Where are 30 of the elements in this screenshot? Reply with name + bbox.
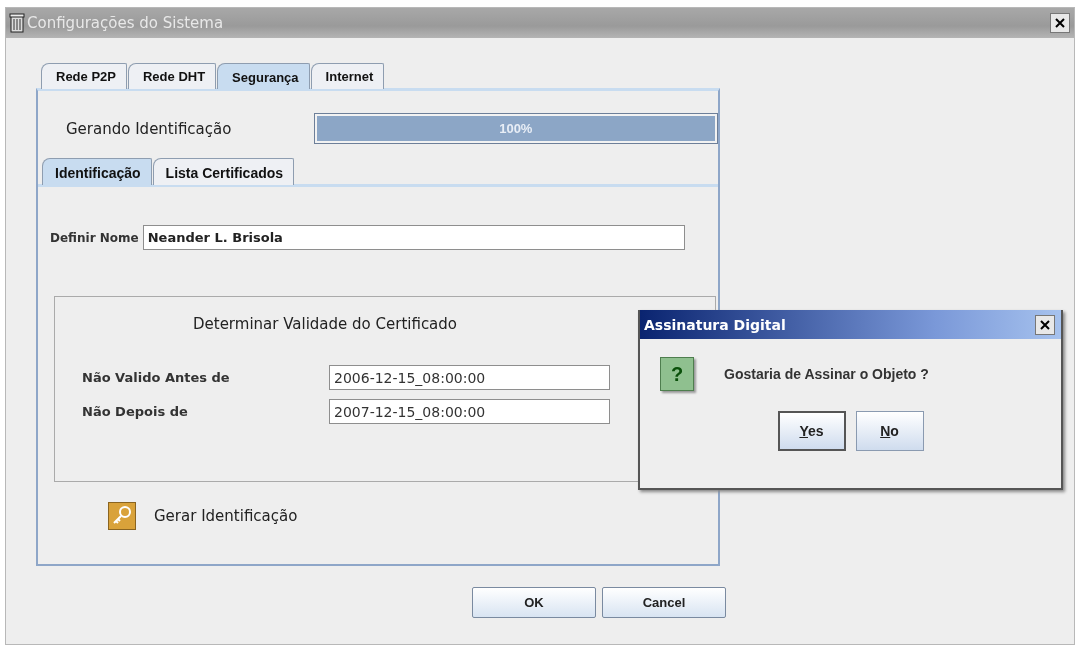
field-label: Não Depois de	[82, 404, 189, 419]
tab[interactable]: Identificação	[42, 158, 152, 185]
generate-button[interactable]: Gerar Identificação	[108, 502, 298, 530]
trash-can-icon	[9, 13, 25, 33]
group-title: Determinar Validade do Certificado	[193, 315, 457, 333]
tab[interactable]: Segurança	[217, 63, 310, 89]
tab[interactable]: Internet	[310, 63, 385, 89]
field-label: Definir Nome	[50, 230, 139, 245]
close-icon	[1039, 318, 1051, 331]
window-title: Configurações do Sistema	[27, 14, 225, 32]
tab[interactable]: Rede P2P	[41, 63, 127, 89]
name-field[interactable]: Neander L. Brisola	[142, 225, 685, 250]
tab[interactable]: Lista Certificados	[152, 158, 295, 185]
progress-label: Gerando Identificação	[66, 119, 233, 138]
tab[interactable]: Rede DHT	[128, 63, 217, 89]
close-icon	[1054, 17, 1066, 29]
dialog-message: Gostaria de Assinar o Objeto ?	[724, 366, 929, 382]
progress-reading: 100%	[498, 120, 534, 138]
date-field[interactable]: 2007-12-15_08:00:00	[329, 399, 610, 424]
close-button[interactable]	[1035, 314, 1055, 335]
field-label: Não Valido Antes de	[82, 370, 231, 385]
key-icon	[108, 502, 136, 530]
date-field[interactable]: 2006-12-15_08:00:00	[329, 365, 610, 390]
dialog-button[interactable]: Cancel	[602, 587, 726, 618]
close-button[interactable]	[1050, 13, 1070, 33]
dialog-button[interactable]: Yes	[777, 411, 846, 451]
dialog-button[interactable]: No	[855, 411, 924, 451]
question-icon: ?	[660, 357, 694, 391]
dialog-title: Assinatura Digital	[644, 316, 787, 333]
dialog-button[interactable]: OK	[472, 587, 596, 618]
